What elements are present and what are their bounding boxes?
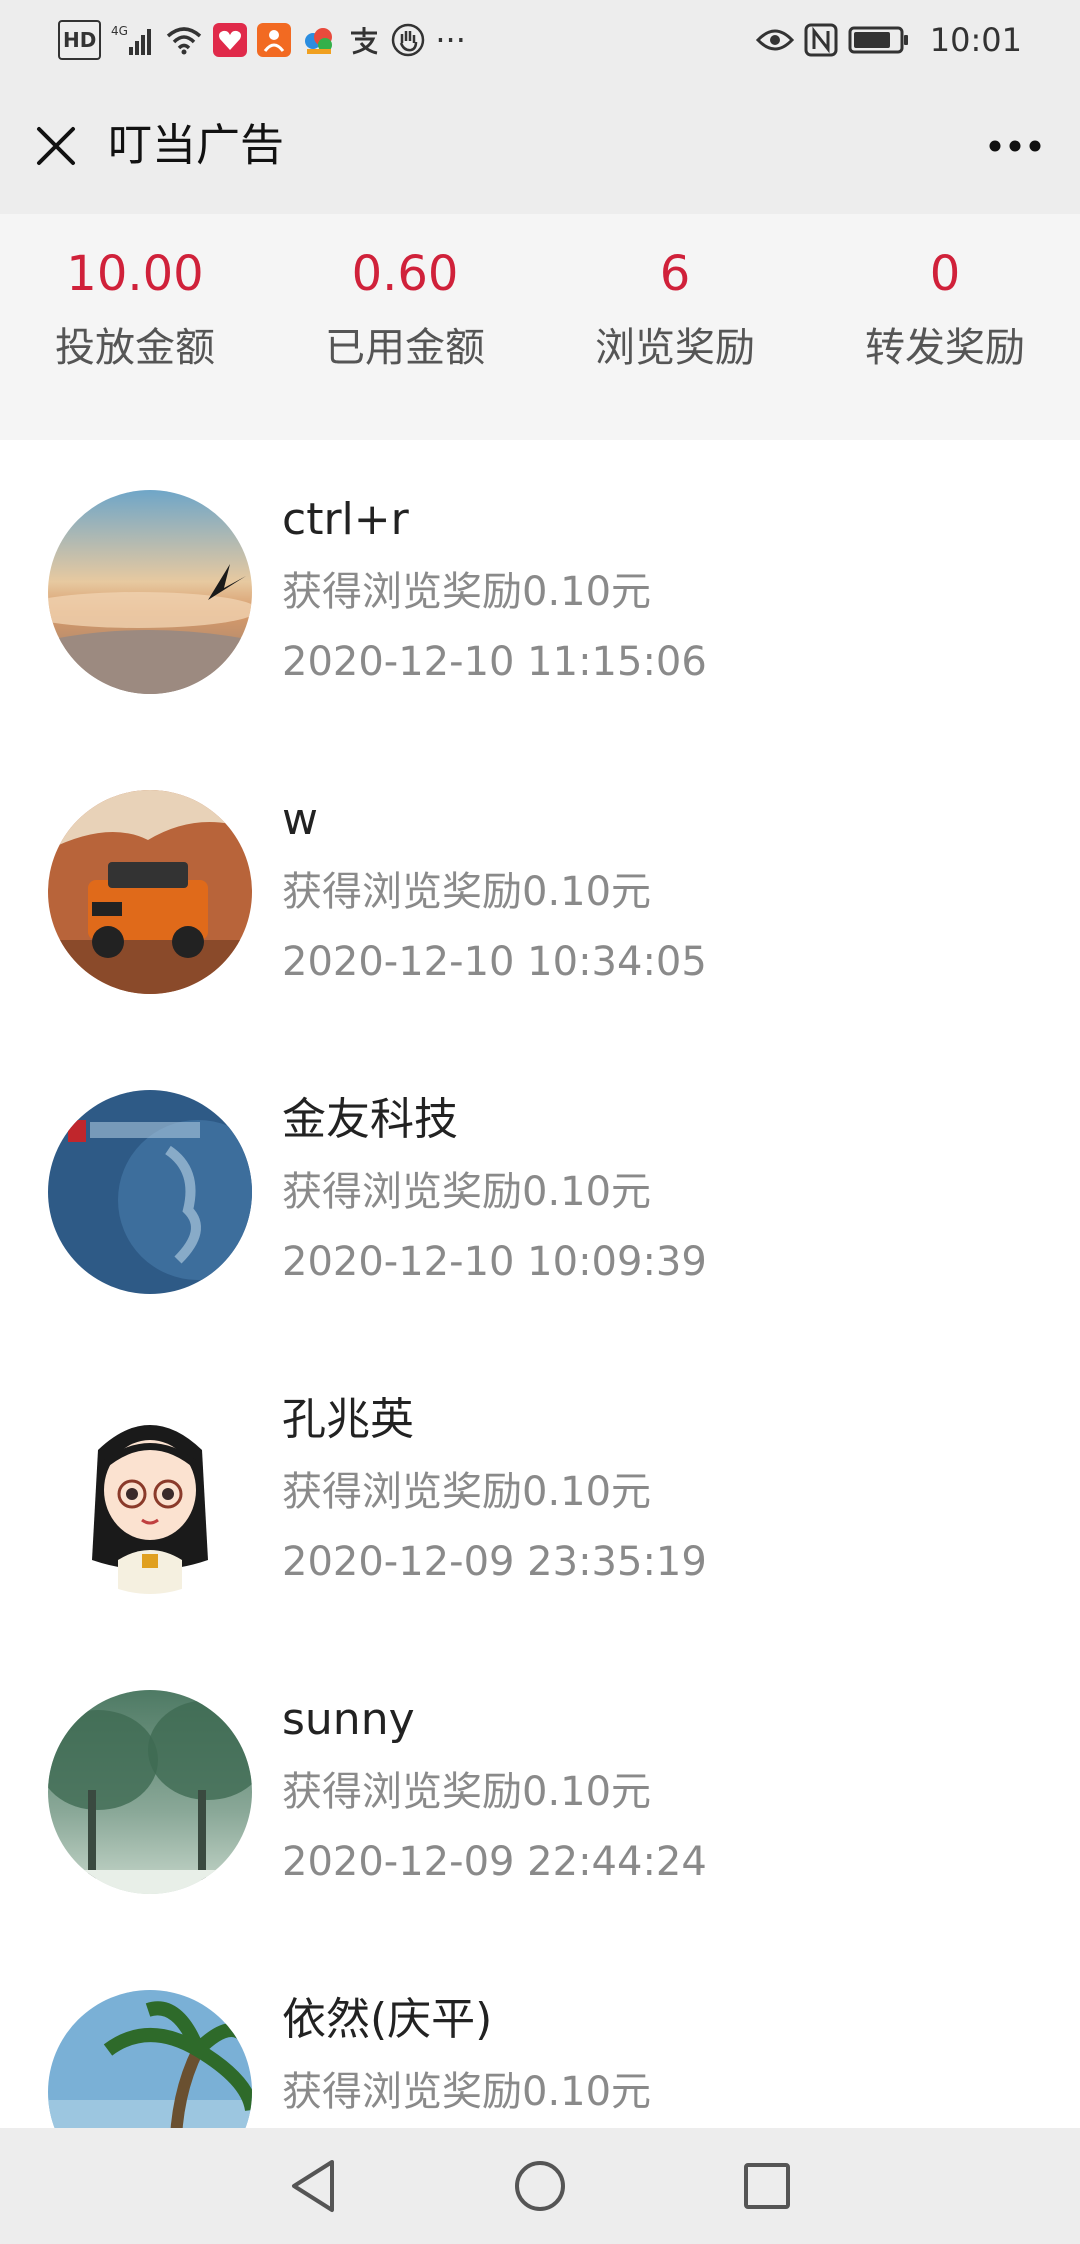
more-options-button[interactable]	[980, 118, 1050, 174]
close-icon	[37, 127, 75, 165]
signal-4g-icon: 4G	[111, 22, 155, 58]
svg-text:4G: 4G	[111, 24, 128, 38]
status-bar: HD 4G ··· 10:01	[0, 0, 1080, 80]
close-button[interactable]	[28, 118, 84, 174]
item-name: ctrl+r	[282, 494, 409, 545]
item-description: 获得浏览奖励0.10元	[282, 569, 652, 615]
item-timestamp: 2020-12-09 23:35:19	[282, 1539, 707, 1585]
stat-view-reward: 6 浏览奖励	[540, 214, 810, 440]
item-name: sunny	[282, 1694, 415, 1745]
stat-label: 转发奖励	[865, 325, 1025, 371]
reward-list: ctrl+r 获得浏览奖励0.10元 2020-12-10 11:15:06 w…	[0, 440, 1080, 2240]
item-name: w	[282, 794, 318, 845]
cartoon-girl-avatar	[48, 1390, 252, 1594]
item-timestamp: 2020-12-10 10:34:05	[282, 939, 707, 985]
item-timestamp: 2020-12-09 22:44:24	[282, 1839, 707, 1885]
app-heart-icon	[213, 22, 248, 58]
page-title: 叮当广告	[108, 120, 284, 171]
item-name: 孔兆英	[282, 1394, 414, 1445]
stat-budget: 10.00 投放金额	[0, 214, 270, 440]
stat-label: 投放金额	[55, 325, 215, 371]
globe-logo-avatar	[48, 1090, 252, 1294]
back-button[interactable]	[273, 2146, 353, 2226]
title-bar: 叮当广告	[0, 80, 1080, 214]
item-description: 获得浏览奖励0.10元	[282, 1469, 652, 1515]
app-orange-icon	[257, 22, 292, 58]
item-description: 获得浏览奖励0.10元	[282, 2069, 652, 2115]
list-item[interactable]: 金友科技 获得浏览奖励0.10元 2020-12-10 10:09:39	[0, 1040, 1080, 1340]
list-item[interactable]: w 获得浏览奖励0.10元 2020-12-10 10:34:05	[0, 740, 1080, 1040]
item-name: 依然(庆平)	[282, 1994, 493, 2045]
item-description: 获得浏览奖励0.10元	[282, 1169, 652, 1215]
alipay-icon	[347, 22, 381, 58]
stat-value: 0	[929, 246, 961, 302]
home-button[interactable]	[500, 2146, 580, 2226]
stat-value: 0.60	[351, 246, 459, 302]
eye-icon	[755, 22, 794, 58]
stat-used: 0.60 已用金额	[270, 214, 540, 440]
item-timestamp: 2020-12-10 10:09:39	[282, 1239, 707, 1285]
forest-avatar	[48, 1690, 252, 1894]
stat-value: 10.00	[66, 246, 204, 302]
status-bar-left: HD 4G ···	[58, 20, 466, 60]
list-item[interactable]: sunny 获得浏览奖励0.10元 2020-12-09 22:44:24	[0, 1640, 1080, 1940]
system-nav-bar	[0, 2128, 1080, 2244]
status-bar-right: 10:01	[755, 21, 1022, 59]
home-circle-icon	[514, 2161, 565, 2211]
hd-icon: HD	[58, 20, 102, 60]
orange-suv-avatar	[48, 790, 252, 994]
stats-summary: 10.00 投放金额 0.60 已用金额 6 浏览奖励 0 转发奖励	[0, 214, 1080, 440]
app-cloud-icon	[301, 22, 337, 58]
item-timestamp: 2020-12-10 11:15:06	[282, 639, 707, 685]
stat-share-reward: 0 转发奖励	[810, 214, 1080, 440]
nfc-icon	[804, 22, 838, 58]
recents-square-icon	[743, 2163, 790, 2209]
hand-icon	[391, 22, 425, 58]
stat-label: 浏览奖励	[595, 325, 755, 371]
more-horizontal-icon	[989, 140, 1041, 152]
stat-label: 已用金额	[325, 325, 485, 371]
item-name: 金友科技	[282, 1094, 458, 1145]
status-time: 10:01	[929, 21, 1022, 59]
item-description: 获得浏览奖励0.10元	[282, 869, 652, 915]
item-description: 获得浏览奖励0.10元	[282, 1769, 652, 1815]
sunset-eagle-avatar	[48, 490, 252, 694]
list-item[interactable]: ctrl+r 获得浏览奖励0.10元 2020-12-10 11:15:06	[0, 440, 1080, 740]
recents-button[interactable]	[727, 2146, 807, 2226]
more-dots-icon: ···	[435, 21, 466, 59]
back-triangle-icon	[292, 2160, 335, 2212]
list-item[interactable]: 孔兆英 获得浏览奖励0.10元 2020-12-09 23:35:19	[0, 1340, 1080, 1640]
stat-value: 6	[659, 246, 691, 302]
battery-icon	[848, 22, 910, 58]
wifi-icon	[165, 22, 203, 58]
